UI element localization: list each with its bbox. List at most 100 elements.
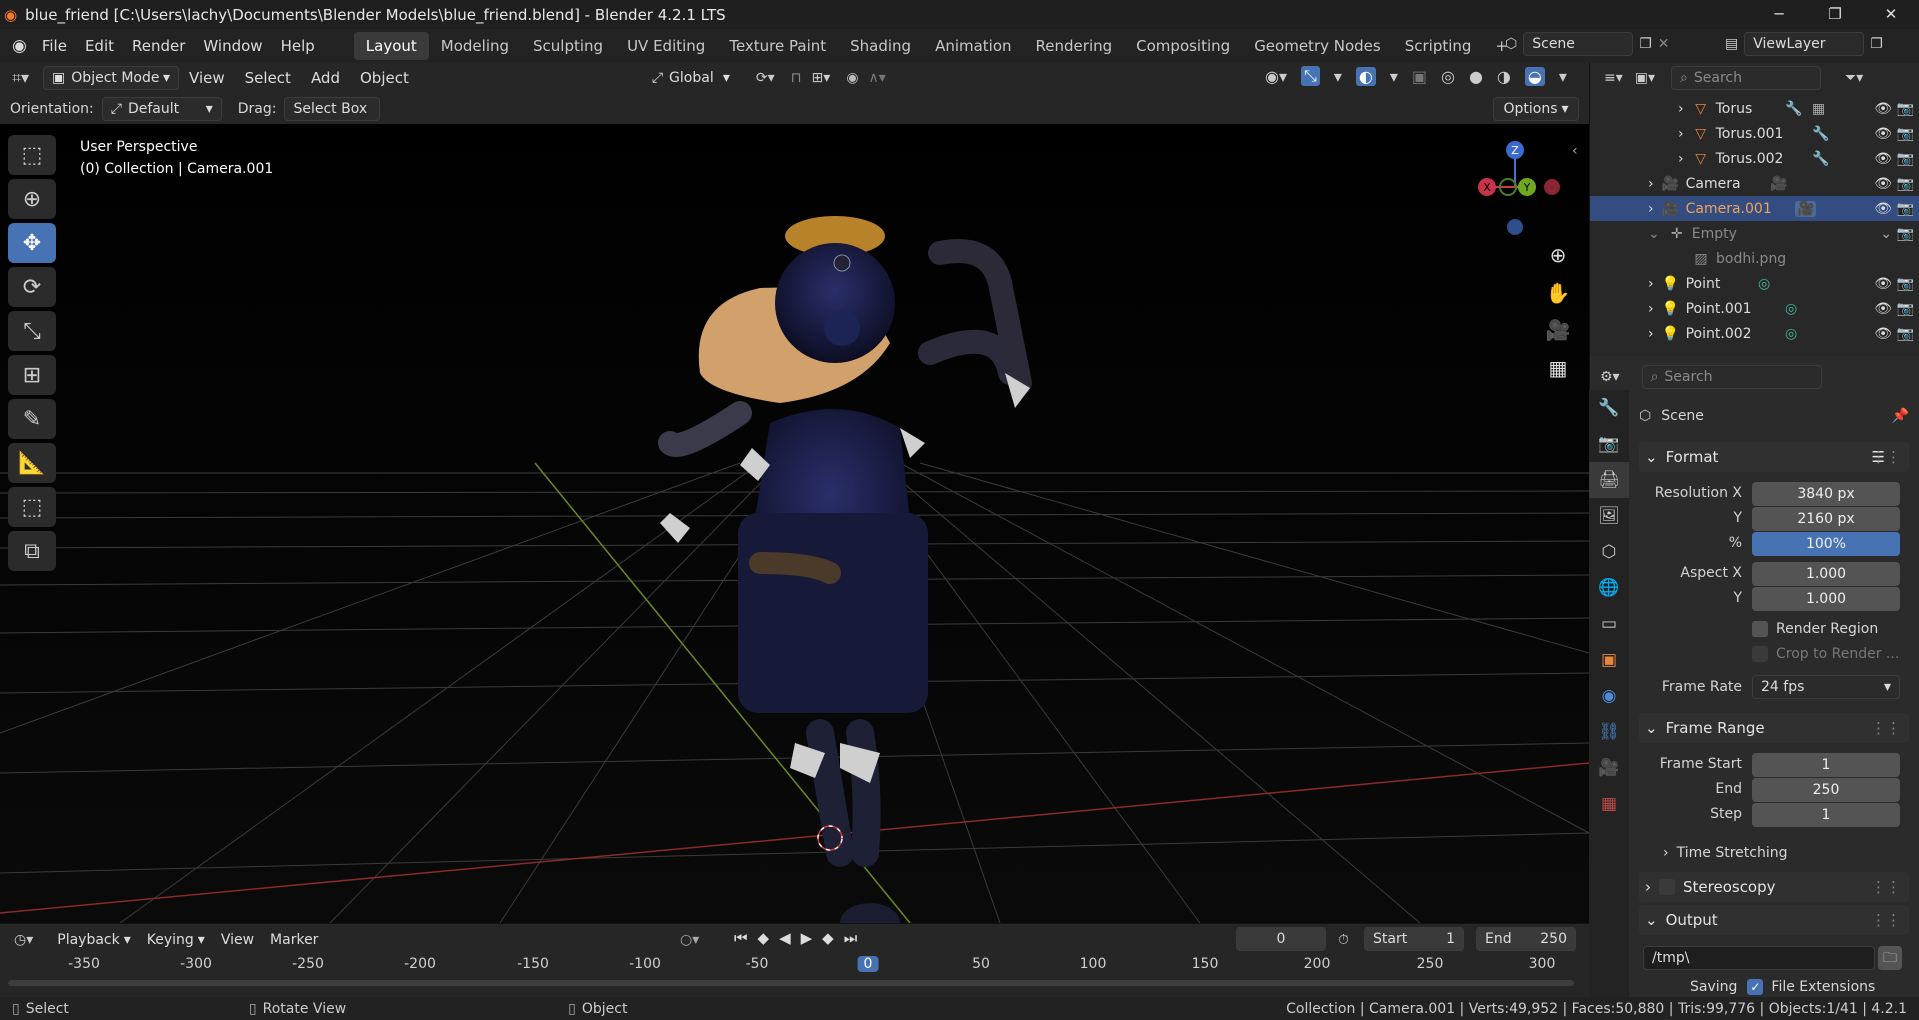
mode-selector[interactable]: ▣ Object Mode ▾ [43, 66, 180, 90]
start-frame-field[interactable]: Start 1 [1364, 927, 1464, 951]
collapse-sidebar-icon[interactable]: ‹ [1572, 143, 1578, 159]
viewlayer-selector[interactable]: ViewLayer [1744, 32, 1865, 56]
navigation-gizmo[interactable]: Z Y X [1475, 135, 1585, 245]
file-extensions-checkbox[interactable]: ✓ [1747, 979, 1764, 995]
material-shading-icon[interactable]: ◑ [1497, 67, 1511, 86]
orientation-selector[interactable]: ⤢ Default ▾ [101, 96, 222, 121]
end-frame-field[interactable]: End 250 [1476, 927, 1576, 951]
snap-target-icon[interactable]: ⊞▾ [812, 70, 831, 86]
visibility-eye-icon[interactable]: 👁 [1874, 126, 1892, 142]
menu-object[interactable]: Object [350, 69, 419, 87]
outliner-row-torus-002[interactable]: › ▽ Torus.002 🔧 👁 📷 [1590, 146, 1919, 171]
auto-keying-icon[interactable]: ○▾ [680, 932, 699, 948]
ortho-toggle-icon[interactable]: ▦ [1538, 350, 1578, 386]
gizmo-toggle-icon[interactable]: ⤡ [1301, 66, 1320, 86]
pin-icon[interactable]: 📌 [1892, 408, 1909, 424]
render-region-checkbox[interactable] [1752, 621, 1768, 637]
new-viewlayer-icon[interactable]: ❐ [1870, 36, 1883, 52]
scale-tool-icon[interactable]: ⤡ [8, 311, 56, 351]
stereoscopy-checkbox[interactable] [1659, 879, 1675, 895]
pivot-icon[interactable]: ⟳▾ [756, 70, 775, 86]
rotate-tool-icon[interactable]: ⟳ [8, 267, 56, 307]
shading-dropdown-icon[interactable]: ▾ [1559, 67, 1567, 86]
hidden-eye-icon[interactable]: ⌄ [1880, 226, 1892, 242]
physics-tab-icon[interactable]: ◉ [1589, 678, 1629, 714]
3d-viewport[interactable] [0, 93, 1589, 923]
format-panel-header[interactable]: ⌄ Format ☰ ⋮⋮ [1639, 442, 1909, 472]
snap-icon[interactable]: ⊓ [791, 70, 802, 86]
expand-icon[interactable]: › [1648, 276, 1654, 292]
outliner-row-bodhi-png[interactable]: ▨ bodhi.png [1590, 246, 1919, 271]
new-scene-icon[interactable]: ❐ [1639, 36, 1652, 52]
editor-type-icon[interactable]: ⌗▾ [12, 68, 29, 88]
jump-to-keyframe-next-icon[interactable]: ◆ [822, 929, 834, 947]
tab-rendering[interactable]: Rendering [1024, 32, 1125, 60]
render-camera-icon[interactable]: 📷 [1897, 301, 1914, 317]
close-button[interactable]: ✕ [1863, 0, 1919, 29]
outliner-row-torus-001[interactable]: › ▽ Torus.001 🔧 👁 📷 [1590, 121, 1919, 146]
visibility-eye-icon[interactable]: 👁 [1874, 276, 1892, 292]
rendered-shading-icon[interactable]: ◒ [1524, 66, 1545, 86]
zoom-icon[interactable]: ⊕ [1538, 237, 1578, 273]
resolution-percent-slider[interactable]: 100% [1752, 532, 1900, 556]
play-reverse-icon[interactable]: ◀ [779, 929, 791, 947]
collection-tab-icon[interactable]: ▭ [1589, 606, 1629, 642]
render-camera-icon[interactable]: 📷 [1897, 226, 1914, 242]
outliner-row-camera-001[interactable]: › 🎥 Camera.001 🎥 👁 📷 [1590, 196, 1919, 221]
frame-rate-dropdown[interactable]: 24 fps ▾ [1752, 675, 1900, 699]
pan-hand-icon[interactable]: ✋ [1538, 275, 1578, 311]
collapse-icon[interactable]: ⌄ [1648, 226, 1660, 242]
drag-handle-icon[interactable]: ⋮⋮ [1871, 878, 1901, 896]
marker-menu[interactable]: Marker [262, 928, 326, 952]
expand-icon[interactable]: › [1678, 126, 1684, 142]
stopwatch-icon[interactable]: ⏱ [1338, 932, 1349, 948]
gizmo-dropdown-icon[interactable]: ▾ [1334, 67, 1342, 86]
menu-select[interactable]: Select [235, 69, 301, 87]
render-camera-icon[interactable]: 📷 [1897, 176, 1914, 192]
outliner-search[interactable]: ⌕ Search [1671, 66, 1822, 90]
render-camera-icon[interactable]: 📷 [1897, 126, 1914, 142]
menu-render[interactable]: Render [123, 37, 194, 55]
expand-icon[interactable]: › [1648, 201, 1654, 217]
tab-scripting[interactable]: Scripting [1393, 32, 1484, 60]
tab-shading[interactable]: Shading [838, 32, 923, 60]
xray-icon[interactable]: ▣ [1412, 67, 1427, 86]
visibility-eye-icon[interactable]: 👁 [1874, 176, 1892, 192]
select-box-tool-icon[interactable]: ⬚ [8, 135, 56, 175]
outliner-editor-icon[interactable]: ≡▾ [1604, 70, 1623, 86]
view-layer-tab-icon[interactable]: 🖼 [1589, 498, 1629, 534]
timeline-editor-icon[interactable]: ◷▾ [14, 932, 33, 948]
expand-icon[interactable]: › [1678, 101, 1684, 117]
outliner-row-camera[interactable]: › 🎥 Camera 🎥 👁 📷 [1590, 171, 1919, 196]
scene-selector[interactable]: Scene [1523, 32, 1634, 56]
transform-tool-icon[interactable]: ⊞ [8, 355, 56, 395]
crop-checkbox[interactable] [1752, 646, 1768, 662]
timeline-ruler[interactable]: -350 -300 -250 -200 -150 -100 -50 0 50 1… [0, 956, 1589, 986]
tab-layout[interactable]: Layout [353, 32, 429, 60]
stereoscopy-panel-header[interactable]: › Stereoscopy ⋮⋮ [1639, 872, 1909, 902]
playback-menu[interactable]: Playback ▾ [49, 928, 139, 952]
expand-icon[interactable]: › [1678, 151, 1684, 167]
keying-menu[interactable]: Keying ▾ [139, 928, 213, 952]
constraints-tab-icon[interactable]: ⛓ [1589, 714, 1629, 750]
properties-search[interactable]: ⌕ Search [1641, 365, 1822, 389]
render-camera-icon[interactable]: 📷 [1897, 201, 1914, 217]
folder-browse-icon[interactable]: 🗀 [1878, 946, 1902, 970]
render-camera-icon[interactable]: 📷 [1897, 151, 1914, 167]
output-tab-icon[interactable]: 🖨 [1589, 462, 1629, 498]
render-tab-icon[interactable]: 📷 [1589, 426, 1629, 462]
texture-tab-icon[interactable]: ▦ [1589, 786, 1629, 822]
drag-handle-icon[interactable]: ⋮⋮ [1871, 911, 1901, 929]
visibility-eye-icon[interactable]: 👁 [1874, 301, 1892, 317]
visibility-eye-icon[interactable]: 👁 [1874, 201, 1892, 217]
frame-range-panel-header[interactable]: ⌄ Frame Range ⋮⋮ [1639, 713, 1909, 743]
tab-sculpting[interactable]: Sculpting [521, 32, 615, 60]
menu-edit[interactable]: Edit [76, 37, 123, 55]
outliner-row-point-002[interactable]: › 💡 Point.002 ◎ 👁 📷 [1590, 321, 1919, 346]
expand-icon[interactable]: › [1648, 301, 1654, 317]
annotate-tool-icon[interactable]: ✎ [8, 399, 56, 439]
add-object-tool-icon[interactable]: ⧉ [8, 531, 56, 571]
blender-menu-icon[interactable]: ◉ [12, 36, 27, 56]
outliner-row-point[interactable]: › 💡 Point ◎ 👁 📷 [1590, 271, 1919, 296]
menu-view[interactable]: View [179, 69, 235, 87]
